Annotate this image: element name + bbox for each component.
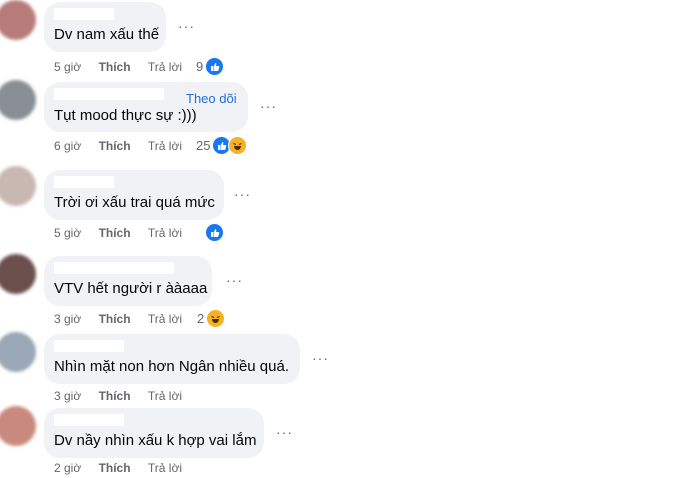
comment-text: VTV hết người r ààaaa (54, 280, 208, 297)
more-options-icon[interactable]: ··· (312, 350, 329, 366)
more-options-icon[interactable]: ··· (226, 272, 243, 288)
haha-reaction-icon (206, 309, 226, 328)
redacted-name (54, 176, 114, 188)
like-button[interactable]: Thích (99, 312, 131, 326)
reply-button[interactable]: Trả lời (148, 226, 182, 240)
comment-meta: 6 giờ Thích Trả lời (54, 139, 182, 153)
more-options-icon[interactable]: ··· (234, 186, 251, 202)
reply-button[interactable]: Trả lời (148, 389, 182, 403)
reaction-summary[interactable] (203, 223, 224, 242)
reaction-summary[interactable]: 2 (197, 309, 226, 328)
comment-meta: 3 giờ Thích Trả lời (54, 389, 182, 403)
comment-time[interactable]: 3 giờ (54, 312, 81, 326)
reaction-summary[interactable]: 9 (196, 57, 225, 76)
comment-text: Dv nam xấu thế (54, 26, 160, 43)
comment-text: Trời ơi xấu trai quá mức (54, 194, 215, 211)
reply-button[interactable]: Trả lời (148, 139, 182, 153)
redacted-name (54, 262, 174, 274)
avatar[interactable] (0, 166, 36, 206)
comment-time[interactable]: 5 giờ (54, 60, 81, 74)
haha-reaction-icon (228, 136, 248, 155)
reaction-count: 2 (197, 311, 205, 326)
comment-text: Nhìn mặt non hơn Ngân nhiều quá. (54, 358, 289, 375)
like-button[interactable]: Thích (99, 139, 131, 153)
comment-bubble: Trời ơi xấu trai quá mức (44, 170, 224, 220)
comment-time[interactable]: 6 giờ (54, 139, 81, 153)
comment-text: Tụt mood thực sự :))) (54, 107, 197, 124)
comment-bubble: Dv nầy nhìn xấu k hợp vai lắm (44, 408, 264, 458)
comment-text: Dv nầy nhìn xấu k hợp vai lắm (54, 432, 257, 449)
like-reaction-icon (205, 223, 224, 242)
more-options-icon[interactable]: ··· (276, 424, 293, 440)
comment-meta: 2 giờ Thích Trả lời (54, 461, 182, 475)
like-reaction-icon (205, 57, 225, 76)
reply-button[interactable]: Trả lời (148, 60, 182, 74)
more-options-icon[interactable]: ··· (178, 18, 195, 34)
reaction-count: 9 (196, 59, 204, 74)
like-button[interactable]: Thích (99, 226, 131, 240)
follow-link[interactable]: Theo dõi (186, 91, 237, 106)
comment-meta: 3 giờ Thích Trả lời (54, 312, 182, 326)
like-button[interactable]: Thích (99, 461, 131, 475)
like-button[interactable]: Thích (99, 389, 131, 403)
reply-button[interactable]: Trả lời (148, 461, 182, 475)
like-button[interactable]: Thích (99, 60, 131, 74)
reaction-count: 25 (196, 138, 211, 153)
redacted-name (54, 88, 164, 100)
comment-bubble: Dv nam xấu thế (44, 2, 166, 52)
comment-meta: 5 giờ Thích Trả lời (54, 226, 182, 240)
comment-bubble: VTV hết người r ààaaa (44, 256, 212, 306)
avatar[interactable] (0, 0, 36, 40)
avatar[interactable] (0, 406, 36, 446)
comment-time[interactable]: 5 giờ (54, 226, 81, 240)
avatar[interactable] (0, 80, 36, 120)
comment-bubble: Nhìn mặt non hơn Ngân nhiều quá. (44, 334, 300, 384)
comment-meta: 5 giờ Thích Trả lời (54, 60, 182, 74)
redacted-name (54, 340, 124, 352)
avatar[interactable] (0, 254, 36, 294)
more-options-icon[interactable]: ··· (260, 98, 277, 114)
redacted-name (54, 8, 114, 20)
comment-bubble: Theo dõi Tụt mood thực sự :))) (44, 82, 248, 132)
reply-button[interactable]: Trả lời (148, 312, 182, 326)
redacted-name (54, 414, 124, 426)
avatar[interactable] (0, 332, 36, 372)
comment-time[interactable]: 3 giờ (54, 389, 81, 403)
reaction-summary[interactable]: 25 (196, 136, 248, 155)
comment-time[interactable]: 2 giờ (54, 461, 81, 475)
